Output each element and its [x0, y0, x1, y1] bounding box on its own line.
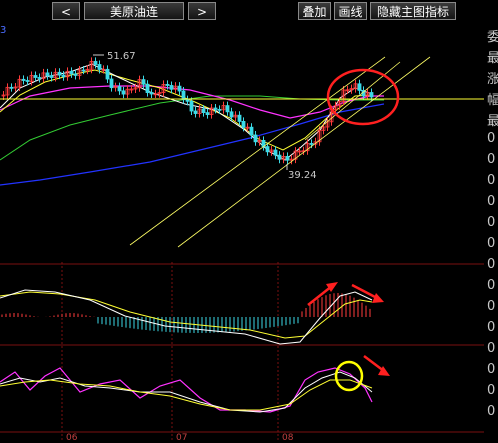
red-arrow-down-icon: [351, 283, 384, 303]
right-column-cell: 0: [487, 320, 496, 335]
candle-body: [225, 105, 230, 113]
candle-body: [57, 71, 62, 76]
candle-body: [213, 107, 218, 110]
candle-body: [21, 78, 26, 81]
right-column-cell: 幅: [487, 93, 498, 108]
candle-body: [73, 73, 78, 76]
low-label: 39.24: [288, 170, 317, 181]
right-column-cell: 0: [487, 299, 496, 314]
symbol-title[interactable]: 美原油连: [84, 2, 184, 20]
right-column-cell: 0: [487, 173, 496, 188]
candle-body: [189, 100, 194, 112]
candle-body: [69, 70, 74, 75]
right-column-cell: 0: [487, 194, 496, 209]
prev-button[interactable]: <: [52, 2, 80, 20]
candle-body: [277, 154, 282, 160]
channel-line-2[interactable]: [177, 56, 431, 248]
next-button[interactable]: >: [188, 2, 216, 20]
candle-body: [121, 90, 126, 95]
candle-body: [105, 68, 110, 80]
candle-body: [9, 86, 14, 89]
price-chart[interactable]: 51.67 39.24: [0, 22, 484, 442]
kdj-d-line: [0, 379, 373, 411]
ma-blue-line: [0, 103, 385, 186]
candle-body: [249, 126, 254, 136]
toolbar: < 美原油连 > 叠加 画线 隐藏主图指标: [0, 0, 498, 22]
right-column-cell: 0: [487, 257, 496, 272]
candle-body: [237, 114, 242, 122]
right-column-cell: 委: [487, 30, 498, 45]
candle-body: [141, 79, 146, 85]
right-column-cell: 0: [487, 215, 496, 230]
candle-body: [241, 121, 246, 128]
candle-body: [25, 80, 30, 82]
candle-body: [37, 77, 42, 79]
candle-body: [273, 149, 278, 156]
candle-body: [81, 69, 86, 72]
candle-body: [185, 99, 190, 102]
right-column-cell: 0: [487, 362, 496, 377]
candle-body: [33, 75, 38, 78]
right-column-cell: 涨: [487, 72, 498, 87]
kdj-j-line: [0, 367, 373, 413]
right-column-cell: 最: [487, 114, 498, 129]
candle-body: [265, 146, 270, 153]
kdj-panel: [0, 367, 373, 413]
candle-body: [229, 111, 234, 118]
right-info-column: 委最涨幅最00000000000000: [486, 22, 498, 442]
candle-body: [177, 85, 182, 92]
candle-body: [97, 64, 102, 70]
candle-body: [169, 85, 174, 90]
candle-body: [369, 92, 374, 98]
right-column-cell: 最: [487, 51, 498, 66]
candle-body: [309, 143, 314, 145]
candle-body: [181, 90, 186, 101]
channel-line-3[interactable]: [304, 61, 401, 141]
candle-body: [285, 155, 290, 161]
ma-yellow-line: [0, 69, 373, 151]
candle-body: [253, 134, 258, 143]
red-arrow-kdj-icon: [363, 355, 390, 376]
candlesticks: [1, 57, 374, 165]
candle-body: [165, 84, 170, 86]
right-column-cell: 0: [487, 131, 496, 146]
kdj-k-line: [0, 371, 373, 413]
right-column-cell: 0: [487, 152, 496, 167]
candle-body: [217, 109, 222, 111]
candle-body: [117, 86, 122, 92]
right-column-cell: 0: [487, 341, 496, 356]
right-column-cell: 0: [487, 278, 496, 293]
candle-body: [109, 78, 114, 89]
overlay-button[interactable]: 叠加: [298, 2, 331, 20]
candle-body: [357, 83, 362, 91]
candle-body: [201, 108, 206, 113]
candle-body: [93, 61, 98, 65]
corner-indicator: 3: [0, 25, 7, 36]
candle-body: [205, 112, 210, 115]
candle-body: [45, 72, 50, 77]
candle-body: [49, 75, 54, 78]
draw-line-button[interactable]: 画线: [334, 2, 367, 20]
candle-body: [149, 92, 154, 95]
candle-body: [193, 110, 198, 114]
hide-main-indicator-button[interactable]: 隐藏主图指标: [370, 2, 456, 20]
right-column-cell: 0: [487, 236, 496, 251]
candle-body: [145, 83, 150, 93]
right-column-cell: 0: [487, 404, 496, 419]
high-label: 51.67: [107, 51, 136, 62]
right-column-cell: 0: [487, 383, 496, 398]
candle-body: [61, 74, 66, 78]
